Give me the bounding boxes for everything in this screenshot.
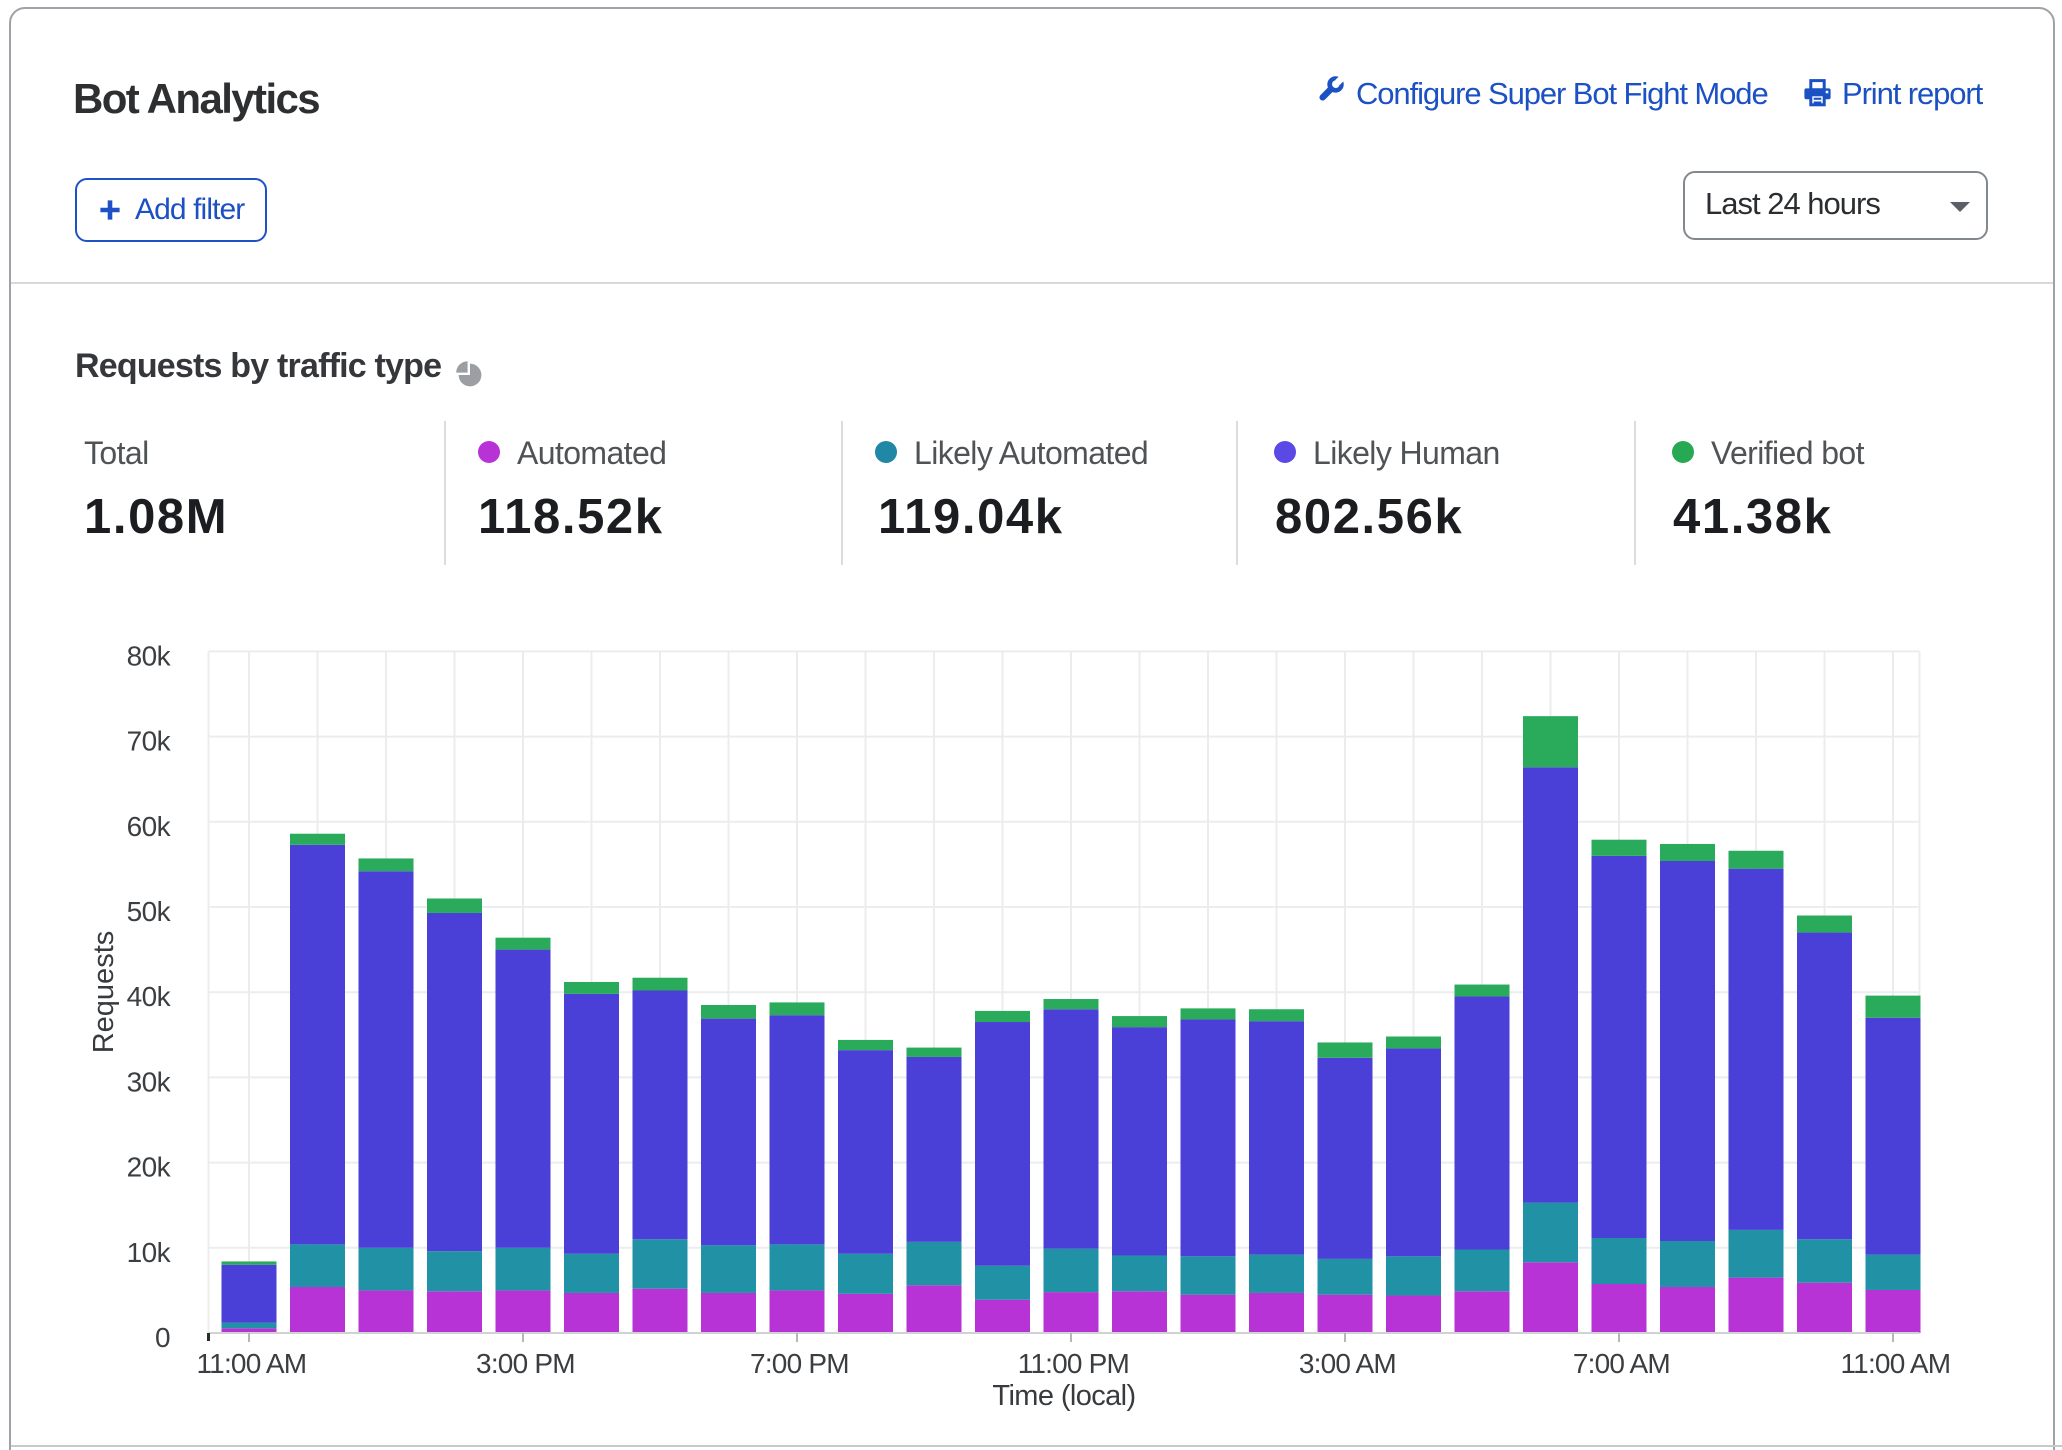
svg-text:Time (local): Time (local) (992, 1380, 1135, 1412)
svg-text:40k: 40k (127, 981, 172, 1012)
svg-text:3:00 PM: 3:00 PM (476, 1348, 575, 1379)
svg-text:3:00 AM: 3:00 AM (1299, 1348, 1396, 1379)
svg-text:80k: 80k (127, 640, 172, 671)
svg-text:11:00 PM: 11:00 PM (1018, 1348, 1129, 1379)
svg-text:60k: 60k (127, 811, 172, 842)
svg-text:7:00 AM: 7:00 AM (1573, 1348, 1670, 1379)
svg-text:30k: 30k (127, 1066, 172, 1097)
svg-text:50k: 50k (127, 896, 172, 927)
svg-text:70k: 70k (127, 726, 172, 757)
svg-text:20k: 20k (127, 1152, 172, 1183)
svg-text:0: 0 (155, 1322, 170, 1353)
svg-text:11:00 AM: 11:00 AM (196, 1348, 306, 1379)
svg-text:10k: 10k (127, 1237, 172, 1268)
svg-text:Requests: Requests (88, 931, 120, 1054)
svg-text:7:00 PM: 7:00 PM (750, 1348, 849, 1379)
svg-text:11:00 AM: 11:00 AM (1840, 1348, 1950, 1379)
